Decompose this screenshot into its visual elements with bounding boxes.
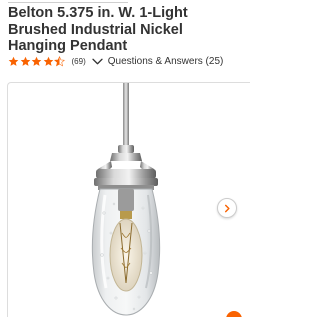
star-half-icon xyxy=(54,55,65,66)
product-page: Belton 5.375 in. W. 1-Light Brushed Indu… xyxy=(0,0,250,317)
divider xyxy=(8,2,128,3)
star-icon xyxy=(8,56,19,66)
previous-content-strip xyxy=(8,0,242,4)
chevron-down-icon[interactable] xyxy=(92,57,103,66)
product-image-gallery xyxy=(7,82,250,317)
star-icon xyxy=(20,56,30,66)
product-image[interactable] xyxy=(8,83,250,317)
rating-stars[interactable] xyxy=(8,55,66,67)
next-image-button[interactable] xyxy=(217,198,237,218)
rating-row: (69) Questions & Answers (25) xyxy=(8,53,223,69)
product-title: Belton 5.375 in. W. 1-Light Brushed Indu… xyxy=(8,5,188,54)
chevron-right-icon xyxy=(224,204,230,212)
questions-answers-link[interactable]: Questions & Answers (25) xyxy=(108,56,224,67)
review-count[interactable]: (69) xyxy=(72,57,86,66)
star-icon xyxy=(43,56,53,66)
star-icon xyxy=(31,56,42,66)
